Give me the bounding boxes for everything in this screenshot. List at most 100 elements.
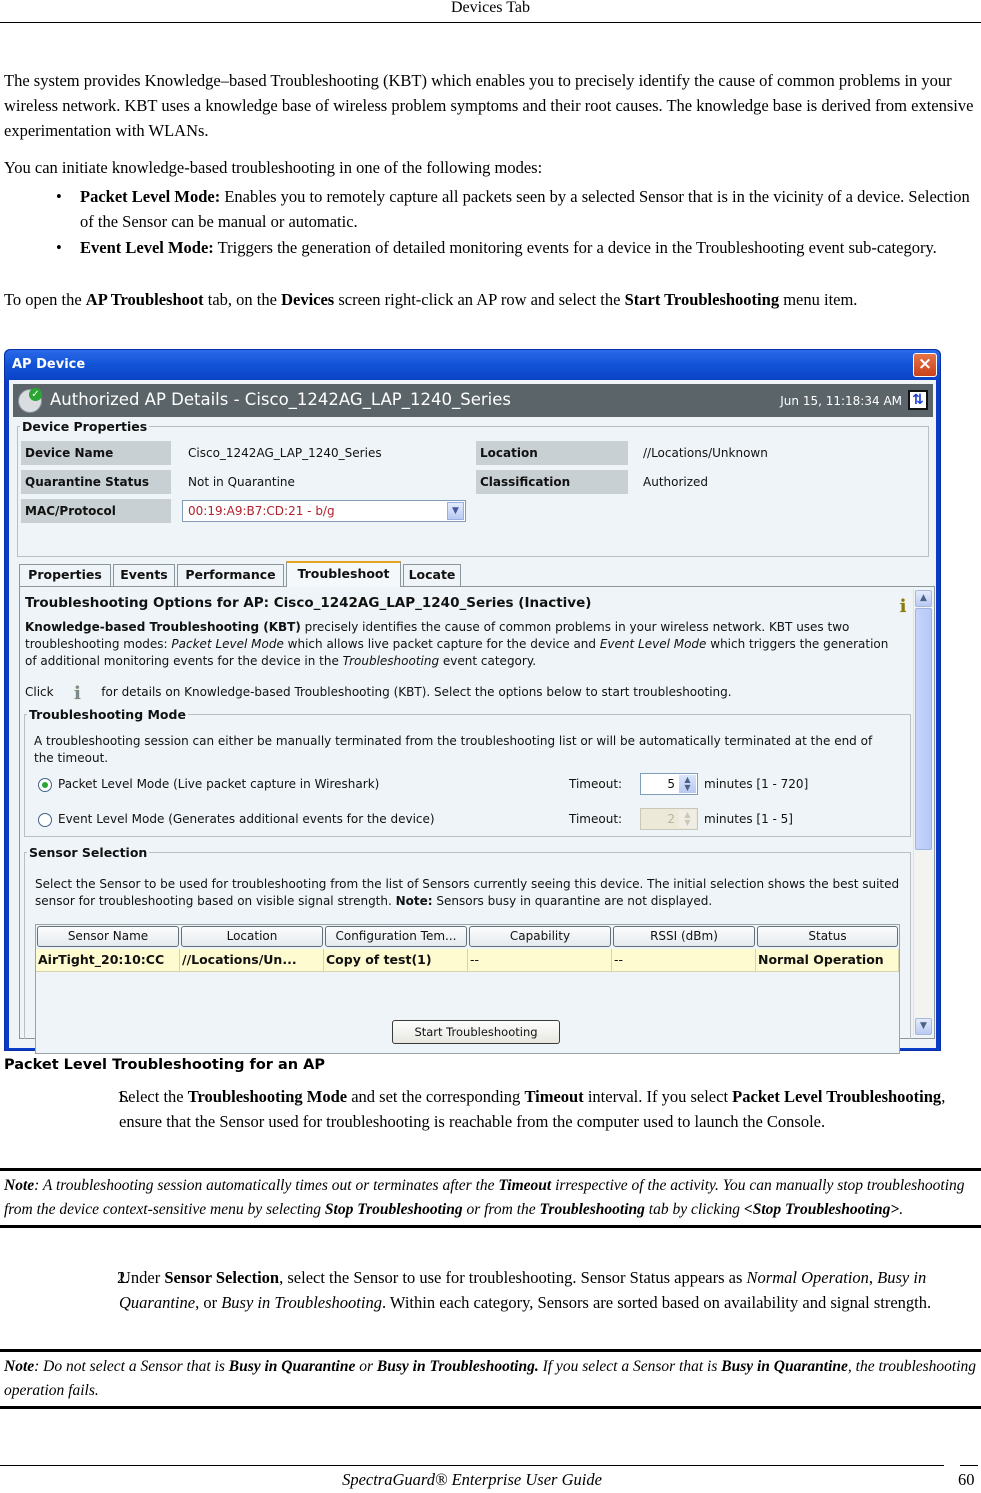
modes-list: • Packet Level Mode: Enables you to remo… [4, 184, 976, 261]
note-timeout: Note: A troubleshooting session automati… [0, 1168, 981, 1228]
timeout-value: 5 [667, 777, 675, 791]
intro-paragraph: The system provides Knowledge–based Trou… [4, 71, 974, 140]
troubleshoot-panel: Troubleshooting Options for AP: Cisco_12… [19, 586, 935, 1054]
emphasis: Busy in Quarantine [228, 1358, 356, 1375]
bullet-packet-level: • Packet Level Mode: Enables you to remo… [4, 184, 976, 234]
mode-description: A troubleshooting session can either be … [34, 734, 873, 765]
packet-level-label[interactable]: Packet Level Mode (Live packet capture i… [58, 777, 379, 791]
packet-level-radio[interactable] [38, 778, 52, 792]
column-header-sensor-name[interactable]: Sensor Name [37, 926, 179, 947]
emphasis: Busy in Quarantine [721, 1358, 848, 1375]
column-header-status[interactable]: Status [757, 926, 898, 947]
text: for details on Knowledge-based Troublesh… [101, 685, 732, 699]
column-header-location[interactable]: Location [181, 926, 323, 947]
info-icon[interactable]: i [897, 597, 909, 617]
refresh-icon[interactable]: ⇅ [908, 390, 928, 410]
text: or from the [462, 1201, 540, 1218]
cell-sensor-name[interactable]: AirTight_20:10:CC [36, 949, 180, 972]
tab-locate[interactable]: Locate [403, 564, 461, 586]
step-2: 2. Under Sensor Selection, select the Se… [4, 1265, 976, 1315]
emphasis: Packet Level Mode [171, 637, 284, 651]
packet-timeout-stepper[interactable]: 5 ▲ ▼ [640, 773, 698, 795]
text: tab by clicking [644, 1201, 744, 1218]
text: which allows live packet capture for the… [283, 637, 600, 651]
cell-rssi[interactable]: -- [612, 949, 756, 972]
status-term: Normal Operation [746, 1268, 869, 1287]
cell-capability[interactable]: -- [468, 949, 612, 972]
emphasis: Troubleshooting [342, 654, 440, 668]
kbt-help-line: Click i for details on Knowledge-based T… [25, 681, 732, 704]
tab-events[interactable]: Events [113, 564, 175, 586]
timeout-range: minutes [1 - 5] [704, 812, 793, 826]
step-number: 2. [117, 1268, 130, 1287]
location-label: Location [476, 441, 628, 465]
info-icon[interactable]: i [71, 684, 83, 704]
emphasis: Sensor Selection [164, 1268, 280, 1287]
text: If you select a Sensor that is [538, 1358, 722, 1375]
note-busy-sensor: Note: Do not select a Sensor that is Bus… [0, 1349, 981, 1409]
group-legend: Sensor Selection [29, 845, 148, 860]
step-number: 1. [117, 1087, 130, 1106]
emphasis: Packet Level Troubleshooting [732, 1087, 942, 1106]
classification-value: Authorized [643, 475, 709, 489]
note-label: Note [4, 1177, 35, 1194]
tab-properties[interactable]: Properties [19, 564, 111, 586]
tab-performance[interactable]: Performance [177, 564, 284, 586]
emphasis: Start Troubleshooting [624, 290, 780, 309]
quarantine-status-label: Quarantine Status [21, 470, 171, 494]
figure-caption: Packet Level Troubleshooting for an AP [4, 1057, 325, 1073]
start-troubleshooting-button[interactable]: Start Troubleshooting [392, 1020, 560, 1044]
location-value: //Locations/Unknown [643, 446, 768, 460]
scroll-down-icon[interactable]: ▼ [915, 1018, 932, 1035]
text: : Do not select a Sensor that is [34, 1358, 229, 1375]
bullet-icon: • [56, 238, 62, 257]
bullet-event-level: • Event Level Mode: Triggers the generat… [4, 235, 976, 260]
scrollbar-thumb[interactable] [915, 608, 932, 850]
emphasis: Timeout [524, 1087, 584, 1106]
bullet-term: Packet Level Mode: [80, 187, 221, 206]
modes-intro: You can initiate knowledge-based trouble… [4, 158, 543, 177]
vertical-scrollbar[interactable]: ▲ ▼ [913, 589, 932, 1036]
column-header-capability[interactable]: Capability [469, 926, 611, 947]
event-timeout-stepper: 2 ▲ ▼ [640, 808, 698, 830]
kbt-description: Knowledge-based Troubleshooting (KBT) pr… [25, 619, 900, 670]
column-header-configuration-template[interactable]: Configuration Tem... [325, 926, 467, 947]
emphasis: Busy in Troubleshooting. [376, 1358, 539, 1375]
chevron-down-icon[interactable]: ▼ [447, 502, 464, 520]
troubleshoot-title: Troubleshooting Options for AP: Cisco_12… [25, 595, 592, 611]
step-text: Select the Troubleshooting Mode and set … [116, 1084, 976, 1134]
spinner-arrows-icon[interactable]: ▲ ▼ [679, 775, 696, 793]
timeout-range: minutes [1 - 720] [704, 777, 809, 791]
emphasis: Stop Troubleshooting [324, 1201, 463, 1218]
emphasis: Timeout [498, 1177, 552, 1194]
tab-troubleshoot[interactable]: Troubleshoot [286, 561, 401, 587]
window-client: Authorized AP Details - Cisco_1242AG_LAP… [9, 380, 936, 1054]
cell-location[interactable]: //Locations/Un... [180, 949, 324, 972]
cell-configuration-template[interactable]: Copy of test(1) [324, 949, 468, 972]
device-name-value: Cisco_1242AG_LAP_1240_Series [188, 446, 382, 460]
footer-divider [960, 1465, 978, 1466]
event-level-radio[interactable] [38, 813, 52, 827]
text: . [899, 1201, 904, 1218]
footer-divider [0, 1465, 944, 1466]
mac-protocol-select[interactable]: 00:19:A9:B7:CD:21 - b/g ▼ [182, 500, 466, 522]
note-label: Note [4, 1358, 35, 1375]
spinner-arrows-icon: ▲ ▼ [679, 810, 696, 828]
window-titlebar[interactable]: AP Device × [5, 350, 940, 380]
timeout-label: Timeout: [569, 812, 623, 826]
step-text: Under Sensor Selection, select the Senso… [116, 1265, 976, 1315]
emphasis: <Stop Troubleshooting> [743, 1201, 900, 1218]
cell-status[interactable]: Normal Operation [756, 949, 899, 972]
details-header: Authorized AP Details - Cisco_1242AG_LAP… [13, 384, 933, 417]
ap-device-window: AP Device × Authorized AP Details - Cisc… [4, 349, 941, 1054]
text: and set the corresponding [347, 1087, 525, 1106]
scroll-up-icon[interactable]: ▲ [915, 590, 932, 607]
event-level-label[interactable]: Event Level Mode (Generates additional e… [58, 812, 435, 826]
text: To open the [4, 290, 86, 309]
mac-protocol-value: 00:19:A9:B7:CD:21 - b/g [188, 504, 335, 518]
text: , [868, 1268, 878, 1287]
window-title: AP Device [12, 357, 86, 372]
column-header-rssi[interactable]: RSSI (dBm) [613, 926, 755, 947]
close-icon[interactable]: × [913, 353, 937, 377]
text: , select the Sensor to use for troublesh… [279, 1268, 747, 1287]
